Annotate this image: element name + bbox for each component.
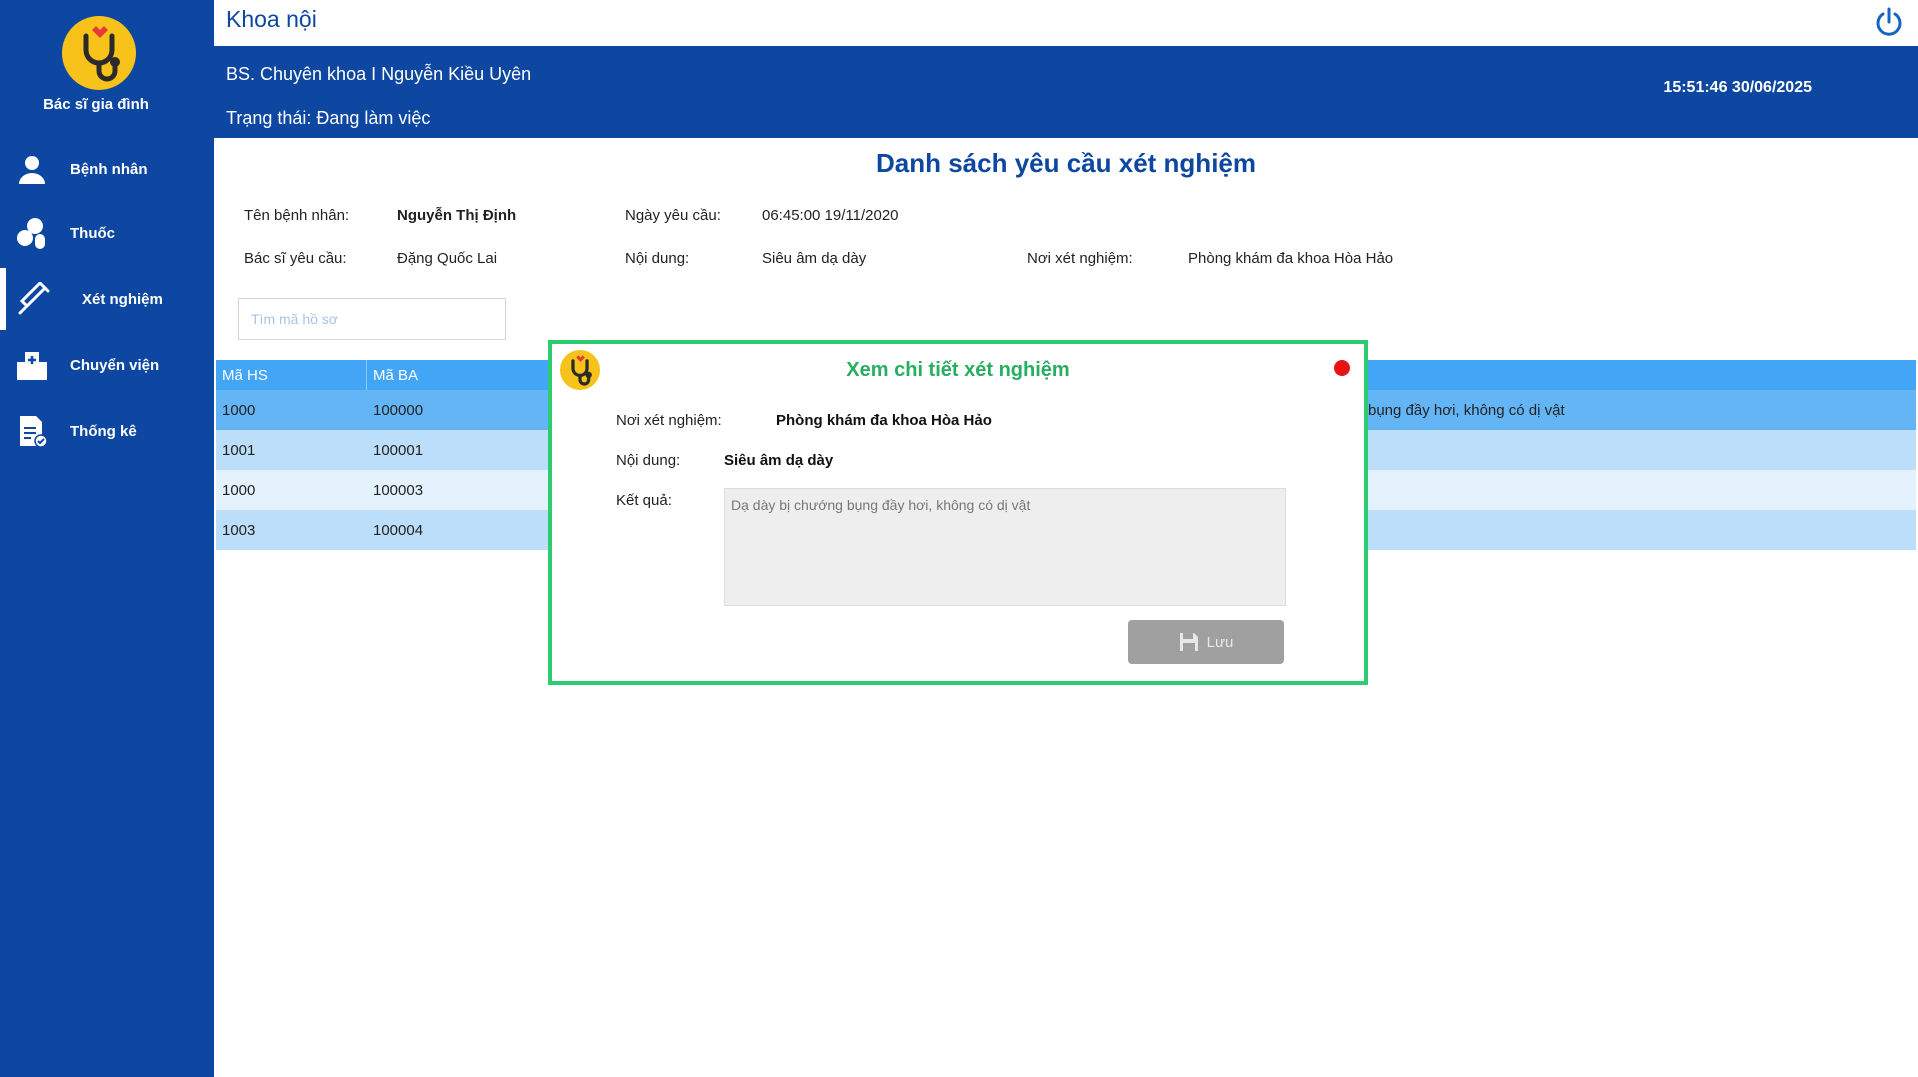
- sidebar-item-patients[interactable]: Bệnh nhân: [0, 138, 214, 200]
- cell-medical-record-id: 100000: [373, 401, 424, 419]
- save-button-label: Lưu: [1206, 633, 1234, 651]
- app-name: Bác sĩ gia đình: [43, 96, 149, 113]
- result-textarea[interactable]: Dạ dày bị chướng bụng đầy hơi, không có …: [724, 488, 1286, 606]
- column-separator: [366, 360, 367, 390]
- cell-record-id: 1000: [222, 481, 256, 499]
- close-button[interactable]: [1334, 360, 1350, 376]
- sidebar-item-label: Xét nghiệm: [82, 290, 163, 308]
- requesting-doctor-label: Bác sĩ yêu cầu:: [244, 250, 347, 267]
- user-icon: [14, 151, 50, 187]
- doctor-name: BS. Chuyên khoa I Nguyễn Kiều Uyên: [226, 64, 532, 84]
- report-icon: [14, 413, 50, 449]
- dialog-result-label: Kết quả:: [616, 492, 672, 509]
- work-status: Trạng thái: Đang làm việc: [226, 108, 431, 128]
- app-logo: [62, 16, 136, 90]
- cell-record-id: 1000: [222, 401, 256, 419]
- sidebar: Bác sĩ gia đình Bệnh nhân Thuốc Xét nghi…: [0, 0, 214, 1077]
- save-button[interactable]: Lưu: [1128, 620, 1284, 664]
- cell-record-id: 1003: [222, 521, 256, 539]
- patient-label: Tên bệnh nhân:: [244, 207, 350, 224]
- content-value: Siêu âm dạ dày: [762, 250, 867, 267]
- sidebar-item-transfer[interactable]: Chuyển viện: [0, 334, 214, 396]
- cell-medical-record-id: 100004: [373, 521, 424, 539]
- department-title: Khoa nội: [226, 6, 317, 32]
- dialog-content-value: Siêu âm dạ dày: [724, 452, 834, 469]
- search-input[interactable]: [238, 298, 506, 340]
- current-datetime: 15:51:46 30/06/2025: [1663, 79, 1812, 96]
- sidebar-item-label: Chuyển viện: [70, 356, 160, 374]
- column-header-medical-record-id[interactable]: Mã BA: [373, 360, 418, 390]
- sidebar-item-label: Thuốc: [70, 224, 115, 242]
- sidebar-item-statistics[interactable]: Thống kê: [0, 400, 214, 462]
- patient-value: Nguyễn Thị Định: [397, 207, 517, 224]
- test-place-label: Nơi xét nghiệm:: [1027, 250, 1133, 267]
- content-label: Nội dung:: [625, 250, 690, 267]
- dialog-place-value: Phòng khám đa khoa Hòa Hảo: [776, 412, 992, 429]
- floppy-disk-icon: [1179, 633, 1198, 651]
- request-date-label: Ngày yêu cầu:: [625, 207, 721, 224]
- requesting-doctor-value: Đặng Quốc Lai: [397, 250, 498, 267]
- sidebar-item-medicine[interactable]: Thuốc: [0, 202, 214, 264]
- hospital-icon: [14, 347, 50, 383]
- column-header-record-id[interactable]: Mã HS: [222, 360, 268, 390]
- power-icon[interactable]: [1872, 6, 1906, 40]
- header-band: BS. Chuyên khoa I Nguyễn Kiều Uyên Trạng…: [214, 46, 1918, 138]
- sidebar-item-label: Thống kê: [70, 422, 137, 440]
- stethoscope-icon: [83, 26, 120, 82]
- page-title: Danh sách yêu cầu xét nghiệm: [875, 148, 1256, 178]
- dialog-title: Xem chi tiết xét nghiệm: [846, 359, 1070, 381]
- cell-result: bụng đầy hơi, không có dị vật: [1368, 401, 1565, 419]
- test-detail-dialog: Xem chi tiết xét nghiệm Nơi xét nghiệm: …: [548, 340, 1368, 685]
- cell-medical-record-id: 100001: [373, 441, 424, 459]
- request-date-value: 06:45:00 19/11/2020: [762, 207, 899, 224]
- syringe-icon: [16, 281, 52, 317]
- pills-icon: [14, 215, 50, 251]
- dialog-place-label: Nơi xét nghiệm:: [616, 412, 722, 429]
- dialog-content-label: Nội dung:: [616, 452, 681, 469]
- topbar: Khoa nội: [214, 0, 1918, 46]
- cell-medical-record-id: 100003: [373, 481, 424, 499]
- sidebar-item-label: Bệnh nhân: [70, 160, 148, 178]
- cell-record-id: 1001: [222, 441, 256, 459]
- test-place-value: Phòng khám đa khoa Hòa Hảo: [1188, 250, 1394, 267]
- sidebar-item-tests[interactable]: Xét nghiệm: [0, 268, 214, 330]
